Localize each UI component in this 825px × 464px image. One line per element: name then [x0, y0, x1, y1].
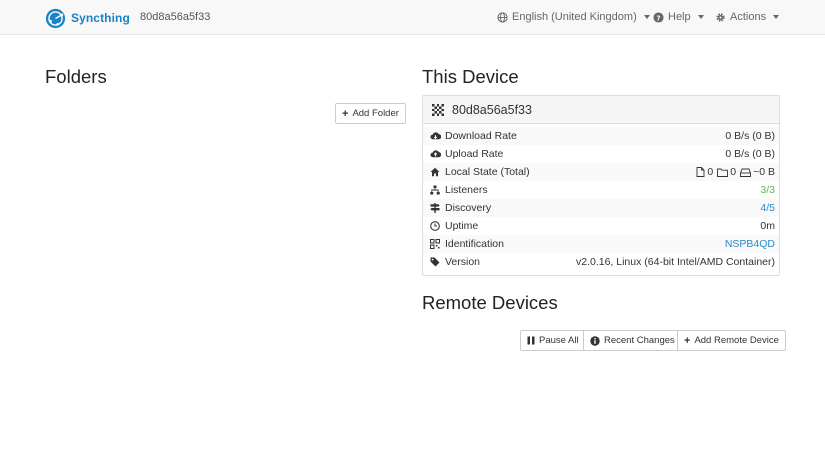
- this-device-stats: Download Rate 0 B/s (0 B) Upload Rate 0 …: [423, 124, 779, 271]
- language-label: English (United Kingdom): [512, 11, 637, 23]
- chevron-down-icon: [697, 15, 704, 19]
- qrcode-icon: [429, 239, 441, 249]
- tag-icon: [429, 257, 441, 267]
- version-label: Version: [445, 256, 481, 268]
- local-files: 0: [696, 166, 713, 178]
- add-folder-button[interactable]: + Add Folder: [335, 103, 406, 124]
- navbar: Syncthing 80d8a56a5f33 English (United K…: [0, 0, 825, 35]
- syncthing-logo-icon: [45, 8, 66, 28]
- actions-label: Actions: [730, 11, 767, 23]
- upload-rate-label: Upload Rate: [445, 148, 504, 160]
- version-row: Version v2.0.16, Linux (64-bit Intel/AMD…: [423, 253, 779, 271]
- add-remote-device-button[interactable]: + Add Remote Device: [677, 330, 786, 351]
- language-menu[interactable]: English (United Kingdom): [497, 11, 650, 23]
- local-folders-count: 0: [730, 166, 737, 178]
- listeners-row: Listeners 3/3: [423, 181, 779, 199]
- download-rate-row: Download Rate 0 B/s (0 B): [423, 127, 779, 145]
- cloud-upload-icon: [429, 149, 441, 159]
- remote-devices-heading: Remote Devices: [422, 292, 558, 313]
- recent-changes-label: Recent Changes: [604, 335, 675, 346]
- identification-row: Identification NSPB4QD: [423, 235, 779, 253]
- plus-icon: +: [342, 107, 349, 120]
- cloud-download-icon: [429, 131, 441, 141]
- discovery-label: Discovery: [445, 202, 492, 214]
- this-device-panel: 80d8a56a5f33 Download Rate 0 B/s (0 B) U…: [422, 95, 780, 276]
- identification-label: Identification: [445, 238, 504, 250]
- this-device-name: 80d8a56a5f33: [452, 102, 532, 117]
- local-state-values: 0 0 ~0 B: [696, 166, 775, 178]
- device-id-link[interactable]: NSPB4QD: [725, 238, 775, 250]
- info-circle-icon: [590, 335, 600, 346]
- help-label: Help: [668, 11, 691, 23]
- question-circle-icon: ?: [653, 11, 664, 23]
- plus-icon: +: [684, 334, 691, 347]
- uptime-label: Uptime: [445, 220, 479, 232]
- uptime-row: Uptime 0m: [423, 217, 779, 235]
- navbar-device-name: 80d8a56a5f33: [140, 11, 211, 23]
- local-state-row: Local State (Total) 0 0 ~0 B: [423, 163, 779, 181]
- device-identicon-icon: [432, 103, 444, 116]
- folders-heading: Folders: [45, 66, 107, 87]
- upload-rate-value: 0 B/s (0 B): [725, 148, 775, 160]
- brand-link[interactable]: Syncthing: [45, 7, 130, 29]
- download-rate-label: Download Rate: [445, 130, 517, 142]
- globe-icon: [497, 11, 508, 23]
- local-state-label: Local State (Total): [445, 166, 530, 178]
- svg-text:?: ?: [656, 13, 660, 22]
- help-menu[interactable]: ? Help: [653, 11, 704, 23]
- download-rate-value: 0 B/s (0 B): [725, 130, 775, 142]
- pause-all-label: Pause All: [539, 335, 579, 346]
- uptime-value: 0m: [760, 220, 775, 232]
- local-size: ~0 B: [740, 166, 775, 178]
- upload-rate-row: Upload Rate 0 B/s (0 B): [423, 145, 779, 163]
- home-icon: [429, 167, 441, 177]
- version-value: v2.0.16, Linux (64-bit Intel/AMD Contain…: [575, 256, 775, 268]
- this-device-heading: This Device: [422, 66, 519, 87]
- local-folders: 0: [717, 166, 736, 178]
- sitemap-icon: [429, 185, 441, 195]
- listeners-value[interactable]: 3/3: [760, 184, 775, 196]
- signpost-icon: [429, 203, 441, 213]
- actions-menu[interactable]: Actions: [715, 11, 780, 23]
- discovery-value[interactable]: 4/5: [760, 202, 775, 214]
- folder-icon: [717, 168, 729, 177]
- local-files-count: 0: [707, 166, 714, 178]
- local-size-value: ~0 B: [753, 166, 775, 178]
- hdd-icon: [740, 168, 752, 177]
- gear-icon: [716, 12, 725, 22]
- file-icon: [696, 167, 705, 177]
- add-remote-device-label: Add Remote Device: [694, 335, 779, 346]
- brand-name: Syncthing: [71, 11, 130, 25]
- pause-icon: [527, 336, 535, 345]
- recent-changes-button[interactable]: Recent Changes: [583, 330, 682, 351]
- add-folder-label: Add Folder: [352, 108, 399, 119]
- clock-icon: [429, 221, 441, 231]
- chevron-down-icon: [773, 15, 780, 19]
- chevron-down-icon: [643, 15, 650, 19]
- pause-all-button[interactable]: Pause All: [520, 330, 586, 351]
- this-device-panel-header[interactable]: 80d8a56a5f33: [423, 96, 779, 124]
- discovery-row: Discovery 4/5: [423, 199, 779, 217]
- listeners-label: Listeners: [445, 184, 488, 196]
